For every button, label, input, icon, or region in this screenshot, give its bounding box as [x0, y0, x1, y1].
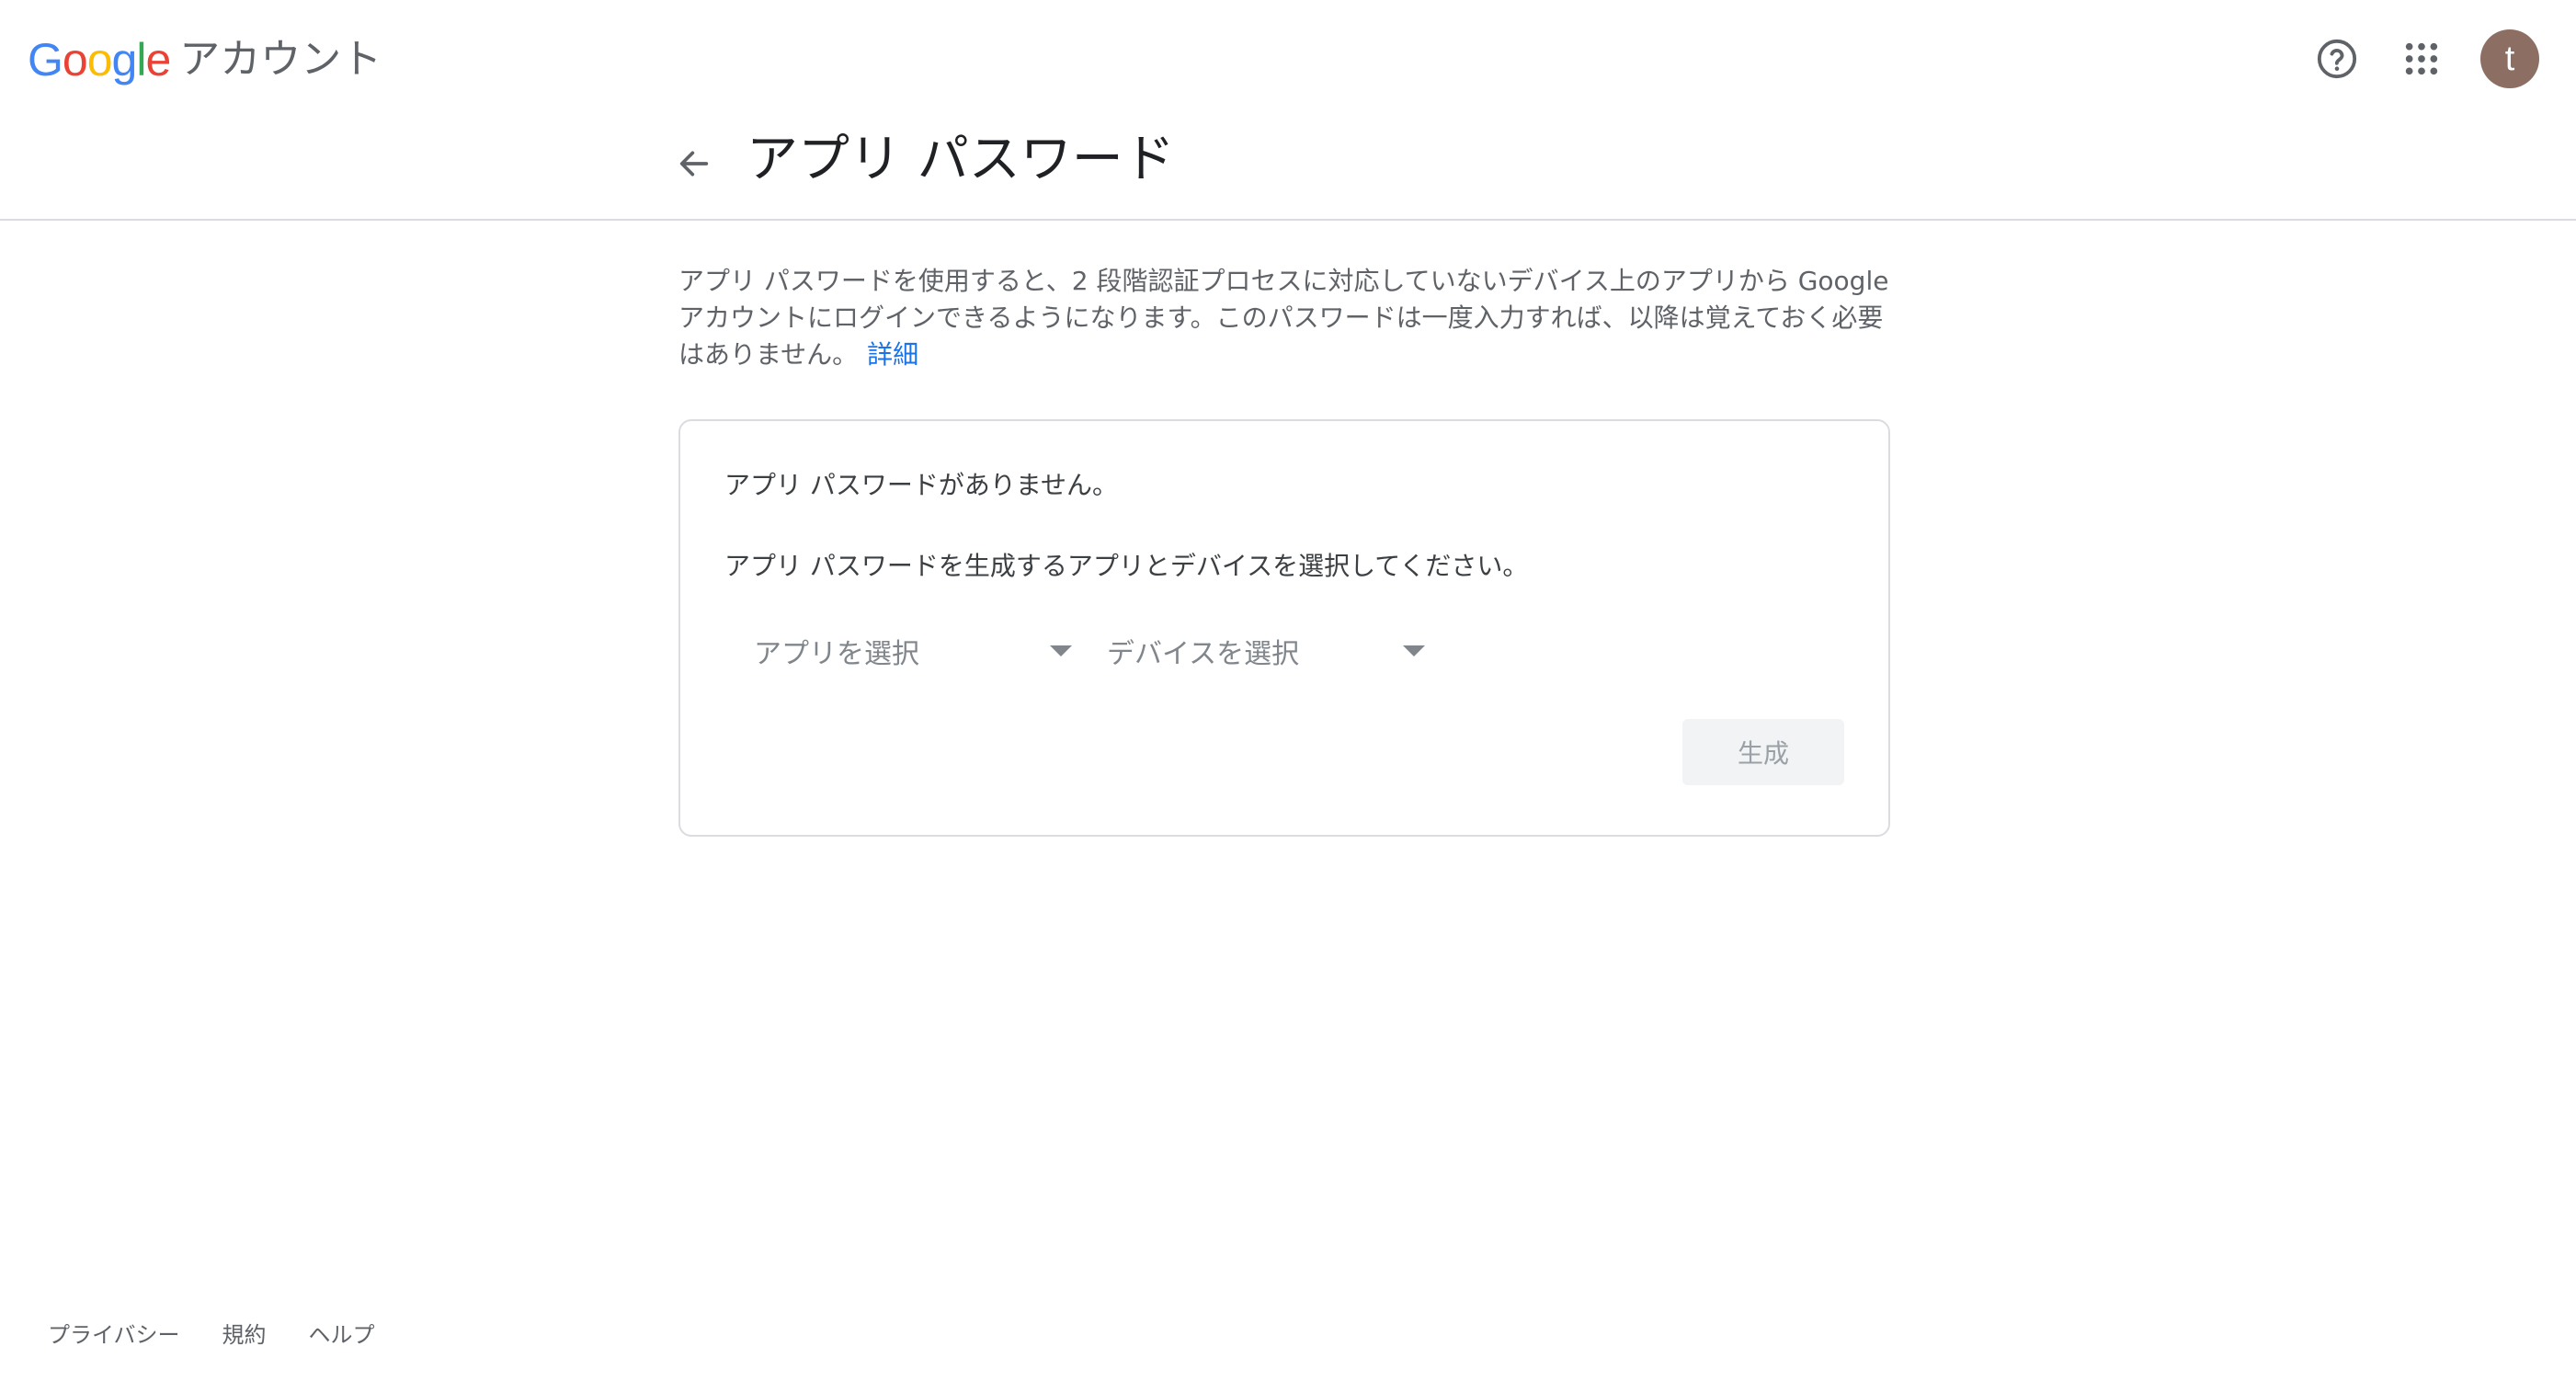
- apps-button[interactable]: [2390, 28, 2453, 90]
- arrow-back-icon: [679, 151, 709, 177]
- app-select-label: アプリを選択: [754, 638, 919, 670]
- dropdown-arrow-icon: [1403, 645, 1425, 656]
- app-password-card: アプリ パスワードがありません。 アプリ パスワードを生成するアプリとデバイスを…: [678, 419, 1890, 837]
- page-title: アプリ パスワード: [747, 130, 1175, 189]
- help-circle-icon: [2317, 39, 2357, 79]
- footer-link-privacy[interactable]: プライバシー: [48, 1317, 180, 1349]
- logo-letter: e: [145, 34, 171, 86]
- device-select-label: デバイスを選択: [1107, 638, 1300, 670]
- generate-button[interactable]: 生成: [1682, 719, 1844, 785]
- google-account-logo[interactable]: Google アカウント: [28, 28, 382, 92]
- description: アプリ パスワードを使用すると、2 段階認証プロセスに対応していないデバイス上の…: [678, 263, 1901, 373]
- top-bar: Google アカウント t: [0, 0, 2576, 118]
- app-select[interactable]: アプリを選択: [754, 623, 1072, 679]
- back-button[interactable]: [667, 136, 722, 191]
- logo-letter: o: [62, 34, 88, 86]
- apps-grid-icon: [2405, 42, 2438, 75]
- help-button[interactable]: [2306, 28, 2368, 90]
- footer-link-help[interactable]: ヘルプ: [309, 1317, 375, 1349]
- no-passwords-message: アプリ パスワードがありません。: [724, 470, 1119, 500]
- page-header: アプリ パスワード: [0, 118, 2576, 221]
- footer-link-terms[interactable]: 規約: [222, 1317, 267, 1349]
- learn-more-link[interactable]: 詳細: [867, 339, 918, 370]
- instruction-text: アプリ パスワードを生成するアプリとデバイスを選択してください。: [724, 551, 1529, 581]
- google-wordmark: Google: [28, 34, 171, 86]
- logo-letter: G: [28, 34, 63, 86]
- logo-letter: l: [136, 34, 146, 86]
- product-name: アカウント: [179, 36, 382, 83]
- logo-letter: o: [86, 34, 113, 86]
- description-text: アプリ パスワードを使用すると、2 段階認証プロセスに対応していないデバイス上の…: [678, 266, 1889, 370]
- device-select[interactable]: デバイスを選択: [1107, 623, 1425, 679]
- logo-letter: g: [111, 34, 138, 86]
- avatar[interactable]: t: [2480, 29, 2539, 88]
- top-actions: t: [2284, 28, 2539, 90]
- footer: プライバシー 規約 ヘルプ: [48, 1317, 417, 1349]
- dropdown-arrow-icon: [1050, 645, 1072, 656]
